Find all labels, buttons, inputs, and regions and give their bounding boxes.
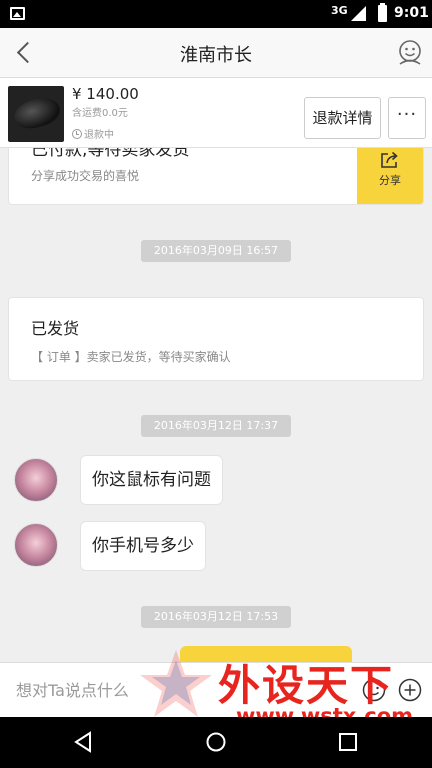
order-status: 退款中: [72, 126, 114, 141]
payment-card-subtitle: 分享成功交易的喜悦: [31, 169, 140, 183]
page-title: 淮南市长: [180, 45, 252, 66]
top-nav: 淮南市长: [0, 28, 432, 78]
timestamp: 2016年03月12日 17:37: [141, 415, 291, 437]
system-nav-bar: [0, 717, 432, 768]
avatar[interactable]: [14, 523, 58, 567]
plus-icon[interactable]: [398, 678, 422, 702]
shipped-card[interactable]: 已发货 【 订单 】卖家已发货，等待买家确认: [8, 297, 424, 381]
chat-area[interactable]: 已付款,等待卖家发货 分享成功交易的喜悦 分享 2016年03月09日 16:5…: [0, 148, 432, 662]
shipped-card-subtitle: 【 订单 】卖家已发货，等待买家确认: [31, 350, 231, 364]
share-icon: [381, 151, 398, 168]
battery-icon: [378, 3, 387, 22]
payment-card[interactable]: 已付款,等待卖家发货 分享成功交易的喜悦 分享: [8, 148, 424, 205]
message-bubble[interactable]: 你这鼠标有问题: [80, 455, 223, 505]
shipping-fee: 含运费0.0元: [72, 108, 128, 119]
share-label: 分享: [379, 174, 401, 187]
message-input[interactable]: [6, 671, 356, 709]
image-notification-icon: [10, 7, 25, 20]
order-price: ¥ 140.00: [72, 85, 139, 103]
timestamp: 2016年03月09日 16:57: [141, 240, 291, 262]
signal-icon: [351, 6, 366, 21]
refund-details-button[interactable]: 退款详情: [304, 97, 381, 139]
more-options-button[interactable]: ···: [388, 97, 426, 139]
home-circle-icon[interactable]: [204, 730, 228, 754]
network-type: 3G: [331, 4, 348, 17]
yellow-message-card[interactable]: [180, 646, 352, 662]
input-bar: [0, 662, 432, 717]
order-status-text: 退款中: [84, 130, 114, 141]
status-bar: 3G 9:01: [0, 0, 432, 28]
user-profile-icon[interactable]: [396, 38, 424, 66]
shipped-card-title: 已发货: [31, 319, 80, 338]
product-thumbnail[interactable]: [8, 86, 64, 142]
clock: 9:01: [394, 5, 429, 21]
timestamp: 2016年03月12日 17:53: [141, 606, 291, 628]
avatar[interactable]: [14, 458, 58, 502]
back-triangle-icon[interactable]: [72, 730, 96, 754]
clock-icon: [72, 129, 82, 139]
share-button[interactable]: 分享: [357, 148, 423, 204]
recent-apps-icon[interactable]: [336, 730, 360, 754]
payment-card-title: 已付款,等待卖家发货: [31, 148, 190, 160]
order-summary: ¥ 140.00 含运费0.0元 退款中 退款详情 ···: [0, 78, 432, 148]
message-bubble[interactable]: 你手机号多少: [80, 521, 206, 571]
emoji-icon[interactable]: [362, 678, 386, 702]
